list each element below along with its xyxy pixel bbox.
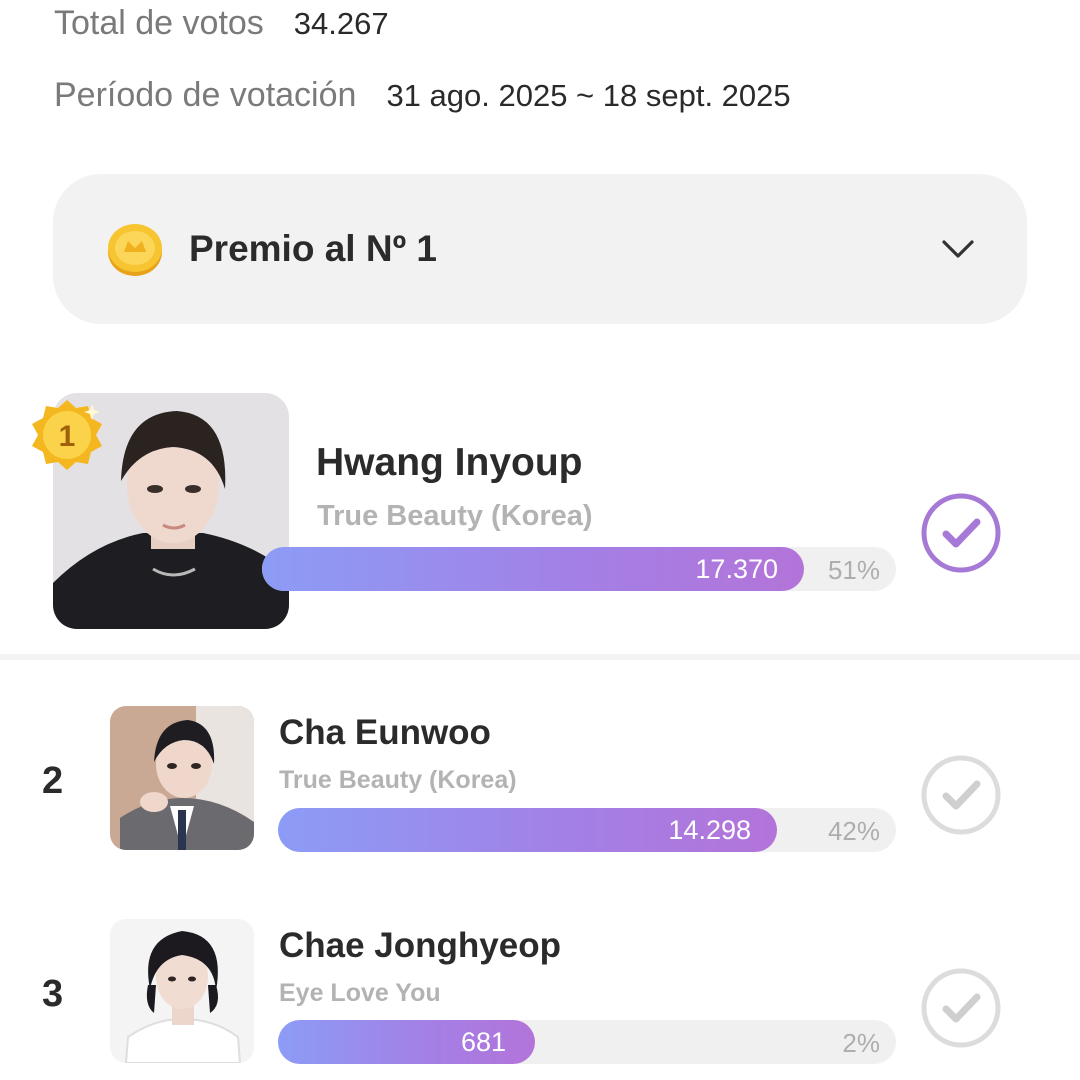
candidate-2-group: True Beauty (Korea): [279, 766, 517, 794]
candidate-2-name: Cha Eunwoo: [279, 713, 491, 752]
rank-1-medal-icon: 1: [32, 400, 102, 470]
chevron-down-icon[interactable]: [940, 234, 976, 264]
candidate-3-rank: 3: [42, 973, 64, 1015]
candidate-1-name: Hwang Inyoup: [316, 441, 583, 484]
candidate-2-rank: 2: [42, 760, 64, 802]
candidate-1-vote-check-button[interactable]: [920, 492, 1002, 574]
candidate-2-vote-bar: 14.298 42%: [278, 808, 896, 852]
candidate-1-vote-count: 17.370: [695, 554, 778, 584]
candidate-3-vote-check-button[interactable]: [920, 967, 1002, 1049]
candidate-3-name: Chae Jonghyeop: [279, 926, 561, 965]
candidate-2-photo[interactable]: [110, 706, 254, 850]
candidate-3-photo[interactable]: [110, 919, 254, 1063]
candidate-2-vote-count: 14.298: [668, 815, 751, 845]
voting-period-row: Período de votación 31 ago. 2025 ~ 18 se…: [54, 76, 791, 115]
candidate-3-portrait: [110, 919, 254, 1063]
candidate-2-portrait: [110, 706, 254, 850]
candidate-3-vote-percent: 2%: [842, 1028, 880, 1058]
total-votes-row: Total de votos 34.267: [54, 4, 389, 43]
rank-1-medal-number: 1: [59, 420, 76, 453]
total-votes-label: Total de votos: [54, 4, 264, 42]
candidate-3-group: Eye Love You: [279, 979, 441, 1007]
voting-period-label: Período de votación: [54, 76, 357, 114]
candidate-3-vote-count: 681: [461, 1027, 507, 1057]
candidate-2-vote-check-button[interactable]: [920, 754, 1002, 836]
candidate-3-vote-bar: 681 2%: [278, 1020, 896, 1064]
candidate-2-vote-percent: 42%: [827, 816, 880, 846]
total-votes-value: 34.267: [293, 6, 389, 41]
prize-title: Premio al Nº 1: [189, 228, 437, 269]
candidate-1-vote-bar: 17.370 51%: [262, 547, 896, 591]
candidate-1-vote-percent: 51%: [827, 555, 880, 585]
candidate-1-group: True Beauty (Korea): [317, 500, 593, 532]
section-divider: [0, 654, 1080, 660]
voting-period-value: 31 ago. 2025 ~ 18 sept. 2025: [386, 78, 791, 113]
gold-coin-icon: [108, 224, 162, 276]
